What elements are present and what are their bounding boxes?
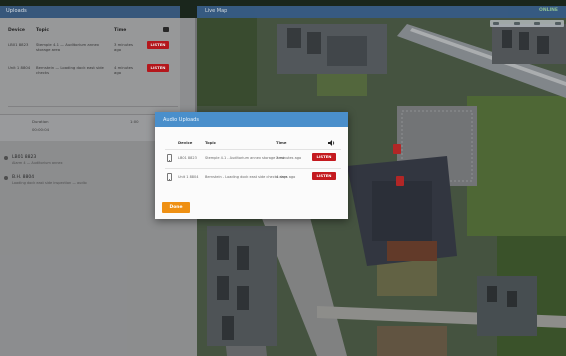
left-panel-title: Uploads <box>6 8 27 14</box>
event-title: LB01 8823 <box>12 155 37 160</box>
modal-row-topic: Stemple 4.1 - Auditorium annex storage a… <box>205 156 285 160</box>
map-header: Live Map ONLINE <box>197 6 566 18</box>
row-time: 4 minutes ago <box>114 65 133 75</box>
modal-column-device: Device <box>178 140 193 145</box>
left-panel-header: Uploads <box>0 6 180 18</box>
column-header-device: Device <box>8 28 25 33</box>
column-header-time: Time <box>114 28 127 33</box>
modal-column-topic: Topic <box>205 140 216 145</box>
table-row[interactable]: Unit 1 8804 Bernstein — Loading dock eas… <box>0 63 180 85</box>
status-dot-icon <box>4 176 8 180</box>
speaker-icon <box>163 27 169 32</box>
zoom-in-icon[interactable] <box>493 22 499 25</box>
row-topic: Stemple 4.1 — Auditorium annex storage a… <box>36 42 100 52</box>
list-item[interactable]: B.H. 8804 Loading dock east side inspect… <box>4 175 179 187</box>
phone-icon <box>167 173 172 181</box>
list-item[interactable]: LB01 8823 Alarm 4 — Auditorium annex <box>4 155 179 167</box>
modal-divider <box>165 168 341 169</box>
table-row[interactable]: LB01 8823 Stemple 4.1 — Auditorium annex… <box>0 40 180 62</box>
zoom-out-icon[interactable] <box>513 22 520 25</box>
duration-total: 1:00 <box>130 119 139 124</box>
fullscreen-icon[interactable] <box>554 22 561 25</box>
map-marker-icon[interactable] <box>396 176 404 186</box>
map-status: ONLINE <box>539 8 558 13</box>
modal-header: Audio Uploads <box>155 112 348 127</box>
modal-table-row[interactable]: Unit 1 8804 Bernstein - Loading dock eas… <box>155 171 348 189</box>
phone-icon <box>167 154 172 162</box>
map-toolbar[interactable] <box>490 20 564 27</box>
modal-title: Audio Uploads <box>163 117 199 123</box>
row-time: 3 minutes ago <box>114 42 133 52</box>
table-divider <box>8 106 178 107</box>
modal-row-time: 3 minutes ago <box>276 156 302 160</box>
speaker-icon <box>328 140 335 146</box>
modal-row-time: 4 days ago <box>276 175 296 179</box>
row-topic: Bernstein — Loading dock east side check… <box>36 65 104 75</box>
event-subtitle: Loading dock east side inspection — audi… <box>12 181 87 185</box>
listen-button[interactable]: LISTEN <box>312 153 336 161</box>
modal-row-device: Unit 1 8804 <box>178 175 199 179</box>
map-marker-icon[interactable] <box>393 144 401 154</box>
listen-button[interactable]: LISTEN <box>312 172 336 180</box>
uploads-table: Device Topic Time LB01 8823 Stemple 4.1 … <box>0 18 180 128</box>
column-header-topic: Topic <box>36 28 49 33</box>
row-device: LB01 8823 <box>8 42 29 47</box>
listen-button[interactable]: LISTEN <box>147 64 169 72</box>
duration-value: 00:00:04 <box>32 127 50 132</box>
listen-button[interactable]: LISTEN <box>147 41 169 49</box>
modal-column-time: Time <box>276 140 287 145</box>
event-subtitle: Alarm 4 — Auditorium annex <box>12 161 63 165</box>
duration-label: Duration <box>32 119 49 124</box>
modal-divider <box>165 149 341 150</box>
duration-row: Duration 00:00:04 1:00 <box>0 114 180 142</box>
layers-icon[interactable] <box>534 22 541 25</box>
map-title: Live Map <box>205 8 228 14</box>
row-device: Unit 1 8804 <box>8 65 31 70</box>
status-dot-icon <box>4 156 8 160</box>
modal-row-device: LB01 8823 <box>178 156 197 160</box>
done-button[interactable]: Done <box>162 202 190 213</box>
event-title: B.H. 8804 <box>12 175 35 180</box>
